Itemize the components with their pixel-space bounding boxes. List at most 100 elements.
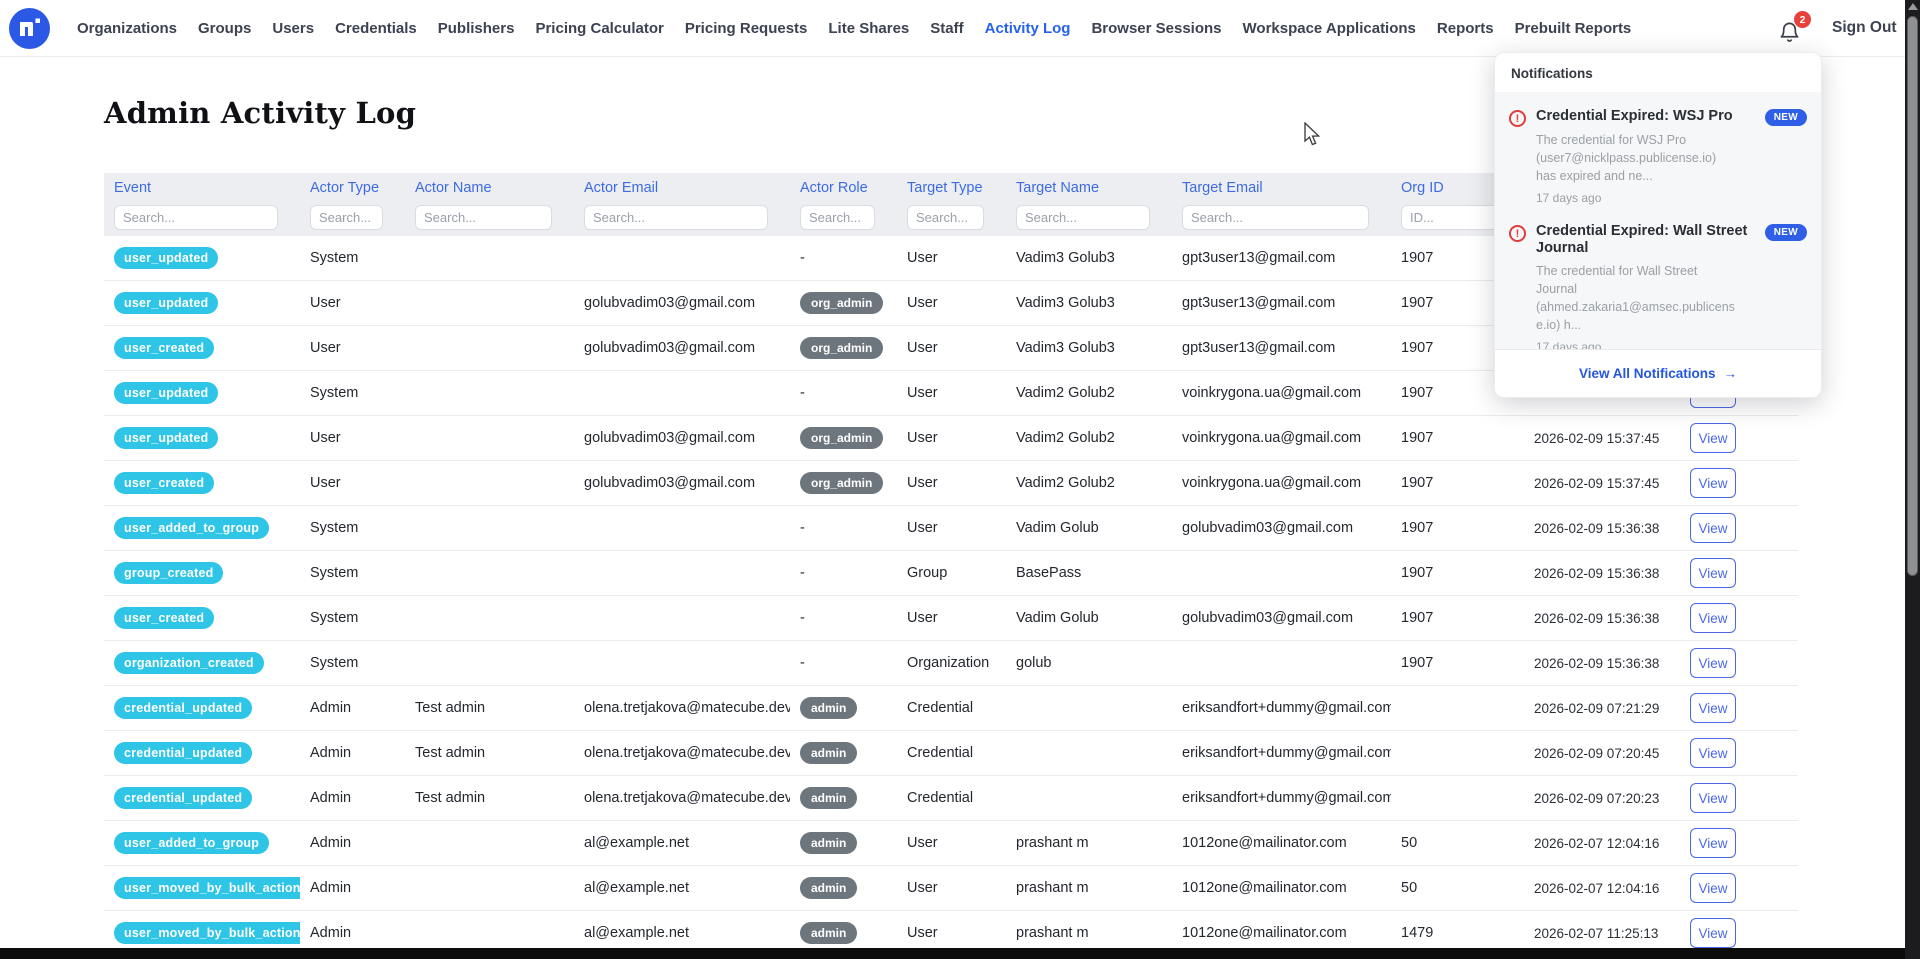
actions-cell: View [1680,468,1798,498]
nav-item-activity-log[interactable]: Activity Log [985,20,1071,37]
event-cell: user_created [104,607,300,629]
column-search-input-actor-type[interactable] [310,205,383,230]
target-name-cell: prashant m [1006,880,1172,896]
target-email-cell: golubvadim03@gmail.com [1172,520,1391,536]
column-filter-cell [300,205,405,230]
column-search-input-actor-email[interactable] [584,205,768,230]
nav-item-publishers[interactable]: Publishers [438,20,515,37]
nav-item-prebuilt-reports[interactable]: Prebuilt Reports [1515,20,1632,37]
actor-type-cell: Admin [300,745,405,761]
column-header-actor-name: Actor Name [405,180,574,196]
admin-activity-log-screen: Organizations Groups Users Credentials Publi… [0,0,1920,959]
actor-type-cell: Admin [300,880,405,896]
target-type-cell: Group [897,565,1006,581]
notifications-panel-title: Notifications [1495,53,1821,92]
view-button[interactable]: View [1690,648,1736,678]
target-email-cell: voinkrygona.ua@gmail.com [1172,385,1391,401]
view-button[interactable]: View [1690,693,1736,723]
notification-body-text: The credential for WSJ Pro (user7@nicklp… [1536,131,1736,185]
actor-type-cell: System [300,250,405,266]
actor-type-cell: System [300,385,405,401]
event-badge: credential_updated [114,697,252,719]
sign-out-link[interactable]: Sign Out [1832,19,1897,37]
nav-item-pricing-requests[interactable]: Pricing Requests [685,20,808,37]
column-filter-cell [897,205,1006,230]
nav-item-groups[interactable]: Groups [198,20,251,37]
actions-cell: View [1680,648,1798,678]
actor-email-cell: al@example.net [574,835,790,851]
column-search-input-actor-role[interactable] [800,205,875,230]
nav-item-staff[interactable]: Staff [930,20,963,37]
actor-email-cell: golubvadim03@gmail.com [574,295,790,311]
notification-title-row: Credential Expired: WSJ ProNEW [1536,108,1807,126]
notifications-bell-button[interactable]: 2 [1778,20,1808,50]
column-header-target-name: Target Name [1006,180,1172,196]
actor-name-cell: Test admin [405,745,574,761]
vertical-scrollbar[interactable] [1905,0,1920,959]
event-cell: user_added_to_group [104,517,300,539]
nav-item-credentials[interactable]: Credentials [335,20,417,37]
view-button[interactable]: View [1690,468,1736,498]
nav-item-users[interactable]: Users [272,20,314,37]
actor-role-cell: admin [790,832,897,854]
nav-item-lite-shares[interactable]: Lite Shares [828,20,909,37]
column-search-input-event[interactable] [114,205,278,230]
column-filter-cell [790,205,897,230]
view-button[interactable]: View [1690,423,1736,453]
view-all-notifications-link[interactable]: View All Notifications → [1495,349,1821,397]
event-badge: group_created [114,562,223,584]
notification-content: Credential Expired: Wall Street JournalN… [1536,223,1807,349]
actor-role-badge: admin [800,787,857,809]
actor-email-cell: al@example.net [574,880,790,896]
notification-content: Credential Expired: WSJ ProNEW The creden… [1536,108,1807,205]
column-search-input-target-name[interactable] [1016,205,1150,230]
scrollbar-up-arrow-icon[interactable] [1908,3,1918,10]
nav-item-organizations[interactable]: Organizations [77,20,177,37]
column-search-input-org-id[interactable] [1401,205,1502,230]
actor-role-badge: org_admin [800,337,883,359]
nav-item-reports[interactable]: Reports [1437,20,1494,37]
event-cell: user_updated [104,382,300,404]
target-email-cell: 1012one@mailinator.com [1172,880,1391,896]
event-cell: user_added_to_group [104,832,300,854]
target-type-cell: User [897,520,1006,536]
column-search-input-target-type[interactable] [907,205,984,230]
nav-item-browser-sessions[interactable]: Browser Sessions [1091,20,1221,37]
target-name-cell: Vadim2 Golub2 [1006,475,1172,491]
actor-role-cell: - [790,655,897,671]
view-button[interactable]: View [1690,873,1736,903]
column-search-input-target-email[interactable] [1182,205,1369,230]
nav-item-workspace-applications[interactable]: Workspace Applications [1243,20,1416,37]
event-badge: user_updated [114,247,218,269]
target-type-cell: Credential [897,700,1006,716]
timestamp-cell: 2026-02-09 15:36:38 [1524,656,1680,671]
view-button[interactable]: View [1690,918,1736,948]
nav-item-pricing-calculator[interactable]: Pricing Calculator [535,20,663,37]
view-button[interactable]: View [1690,783,1736,813]
column-header-actor-type: Actor Type [300,180,405,196]
scrollbar-thumb[interactable] [1907,16,1918,576]
target-name-cell: golub [1006,655,1172,671]
view-button[interactable]: View [1690,828,1736,858]
notification-item[interactable]: ! Credential Expired: WSJ ProNEW The crede… [1495,98,1821,213]
brand-logo[interactable] [9,8,50,49]
timestamp-cell: 2026-02-07 12:04:16 [1524,836,1680,851]
view-button[interactable]: View [1690,513,1736,543]
actor-role-badge: org_admin [800,472,883,494]
actor-type-cell: System [300,520,405,536]
view-button[interactable]: View [1690,558,1736,588]
actor-role-cell: admin [790,742,897,764]
notification-count-badge: 2 [1794,11,1811,28]
alert-circle-icon: ! [1509,110,1526,127]
view-button[interactable]: View [1690,738,1736,768]
target-name-cell: Vadim3 Golub3 [1006,340,1172,356]
actor-type-cell: Admin [300,700,405,716]
actor-role-cell: admin [790,697,897,719]
table-row: user_createdUsergolubvadim03@gmail.comor… [104,461,1798,506]
new-badge: NEW [1765,224,1807,241]
column-search-input-actor-name[interactable] [415,205,552,230]
actor-role-cell: org_admin [790,337,897,359]
notification-item[interactable]: !Credential Expired: Wall Street Journal… [1495,213,1821,349]
view-button[interactable]: View [1690,603,1736,633]
column-header-actor-email: Actor Email [574,180,790,196]
